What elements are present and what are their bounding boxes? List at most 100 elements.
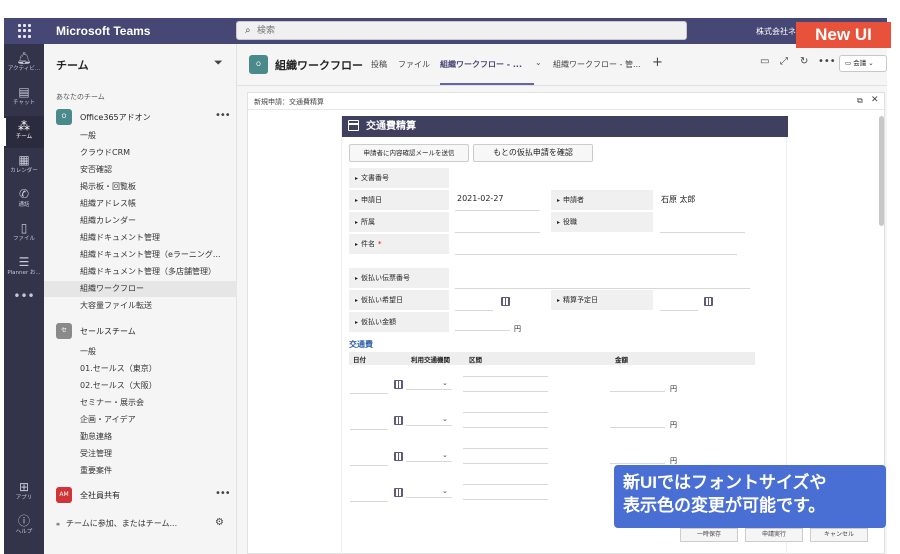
- channel-item[interactable]: 組織カレンダー: [44, 213, 237, 229]
- org-name[interactable]: 株式会社ネ: [756, 26, 796, 37]
- advance-slip-input[interactable]: [455, 288, 750, 289]
- scrollbar-thumb[interactable]: [879, 116, 884, 226]
- view-original-advance-button[interactable]: もとの仮払申請を確認: [473, 144, 593, 162]
- row-date-input[interactable]: [350, 465, 388, 466]
- label-position: 役職: [551, 212, 653, 232]
- refresh-icon[interactable]: ↻: [800, 56, 808, 67]
- rail-item-calls[interactable]: ✆ 通話: [4, 184, 44, 216]
- chevron-down-icon[interactable]: ⌄: [535, 58, 542, 67]
- rail-item-apps[interactable]: ⊞ アプリ: [4, 477, 44, 509]
- filter-icon[interactable]: ⏷: [214, 56, 223, 70]
- channel-item[interactable]: 掲示板・回覧板: [44, 179, 237, 195]
- row-transport-select[interactable]: [406, 497, 452, 498]
- row-section-input[interactable]: [463, 463, 548, 464]
- calendar-icon[interactable]: [394, 380, 403, 389]
- calendar-icon: [348, 120, 359, 131]
- channel-item[interactable]: クラウドCRM: [44, 145, 237, 161]
- channel-item[interactable]: 大容量ファイル転送: [44, 298, 237, 314]
- row-section-input[interactable]: [463, 391, 548, 392]
- team-name: Office365アドオン: [80, 113, 151, 122]
- app-title: Microsoft Teams: [56, 24, 151, 38]
- channel-item[interactable]: 組織ドキュメント管理（多店舗管理）: [44, 264, 237, 280]
- team-row-all-staff[interactable]: AM 全社員共有 •••: [44, 487, 237, 505]
- row-section-input[interactable]: [463, 412, 548, 413]
- tab-workflow-active[interactable]: 組織ワークフロー - ...: [440, 59, 522, 70]
- row-date-input[interactable]: [350, 429, 388, 430]
- search-input[interactable]: [257, 22, 677, 39]
- calendar-icon[interactable]: [704, 297, 713, 306]
- rail-item-chat[interactable]: ▤ チャット: [4, 82, 44, 114]
- more-options-icon[interactable]: •••: [215, 110, 231, 121]
- subject-input[interactable]: [455, 254, 737, 255]
- channel-item[interactable]: 02.セールス（大阪）: [44, 378, 237, 394]
- cancel-button[interactable]: キャンセル: [810, 528, 868, 542]
- row-date-input[interactable]: [350, 393, 388, 394]
- channel-item[interactable]: 01.セールス（東京）: [44, 361, 237, 377]
- advance-date-input[interactable]: [455, 310, 493, 311]
- calendar-icon[interactable]: [394, 488, 403, 497]
- rail-item-files[interactable]: ▯ ファイル: [4, 218, 44, 250]
- row-section-input[interactable]: [463, 484, 548, 485]
- search-box[interactable]: ⌕: [236, 21, 687, 40]
- channel-item[interactable]: 企画・アイデア: [44, 412, 237, 428]
- row-amount-input[interactable]: [610, 391, 665, 392]
- channel-item[interactable]: 勤怠連絡: [44, 429, 237, 445]
- channel-item-selected[interactable]: 組織ワークフロー: [44, 281, 237, 297]
- row-section-input[interactable]: [463, 427, 548, 428]
- save-draft-button[interactable]: 一時保存: [680, 528, 738, 542]
- channel-item[interactable]: 安否確認: [44, 162, 237, 178]
- channel-item[interactable]: 重要案件: [44, 463, 237, 479]
- row-section-input[interactable]: [463, 499, 548, 500]
- rail-label: カレンダー: [10, 168, 38, 174]
- row-section-input[interactable]: [463, 448, 548, 449]
- meet-button[interactable]: ▭ 会議 ⌄: [839, 55, 887, 72]
- tab-posts[interactable]: 投稿: [371, 59, 387, 70]
- channel-item[interactable]: セミナー・展示会: [44, 395, 237, 411]
- chevron-down-icon[interactable]: ⌄: [442, 487, 448, 495]
- rail-item-help[interactable]: ⓘ ヘルプ: [4, 511, 44, 543]
- calendar-icon[interactable]: [394, 416, 403, 425]
- channel-item[interactable]: 組織ドキュメント管理（eラーニング...: [44, 247, 237, 263]
- row-amount-input[interactable]: [610, 463, 665, 464]
- rail-item-calendar[interactable]: ▦ カレンダー: [4, 150, 44, 182]
- calendar-icon[interactable]: [501, 297, 510, 306]
- tab-workflow-admin[interactable]: 組織ワークフロー - 管...: [553, 59, 641, 70]
- popout-icon[interactable]: ⧉: [857, 96, 863, 106]
- row-transport-select[interactable]: [406, 389, 452, 390]
- chevron-down-icon[interactable]: ⌄: [442, 451, 448, 459]
- row-date-input[interactable]: [350, 501, 388, 502]
- close-icon[interactable]: ✕: [871, 95, 879, 105]
- tab-files[interactable]: ファイル: [398, 59, 430, 70]
- settings-gear-icon[interactable]: ⚙: [215, 517, 224, 528]
- team-row-office365[interactable]: O Office365アドオン •••: [44, 109, 237, 127]
- submit-button[interactable]: 申請実行: [745, 528, 803, 542]
- chevron-down-icon[interactable]: ⌄: [442, 379, 448, 387]
- conversation-icon[interactable]: ▭: [760, 56, 769, 67]
- rail-item-activity[interactable]: 🔔︎ アクティビ...: [4, 48, 44, 80]
- row-transport-select[interactable]: [406, 425, 452, 426]
- rail-item-planner[interactable]: ☰ Planner お...: [4, 252, 44, 284]
- add-tab-icon[interactable]: +: [652, 55, 663, 70]
- expand-icon[interactable]: ⤢: [780, 56, 788, 67]
- channel-item[interactable]: 組織ドキュメント管理: [44, 230, 237, 246]
- settle-date-input[interactable]: [660, 310, 698, 311]
- team-row-sales[interactable]: セ セールスチーム: [44, 323, 237, 341]
- channel-item[interactable]: 組織アドレス帳: [44, 196, 237, 212]
- row-transport-select[interactable]: [406, 461, 452, 462]
- app-launcher-icon[interactable]: [18, 24, 32, 38]
- channel-item[interactable]: 受注管理: [44, 446, 237, 462]
- more-icon[interactable]: •••: [818, 56, 836, 67]
- row-section-input[interactable]: [463, 376, 548, 377]
- apply-date-value[interactable]: 2021-02-27: [457, 194, 504, 203]
- channel-item[interactable]: 一般: [44, 128, 237, 144]
- channel-item[interactable]: 一般: [44, 344, 237, 360]
- rail-item-teams[interactable]: ⁂ チーム: [4, 116, 44, 148]
- calendar-icon[interactable]: [394, 452, 403, 461]
- send-confirm-mail-button[interactable]: 申請者に内容確認メールを送信: [349, 144, 469, 162]
- row-amount-input[interactable]: [610, 427, 665, 428]
- join-team-link[interactable]: ⁎ チームに参加、またはチーム...: [56, 518, 177, 529]
- rail-item-more[interactable]: •••: [4, 286, 44, 318]
- more-options-icon[interactable]: •••: [215, 488, 231, 499]
- chevron-down-icon[interactable]: ⌄: [442, 415, 448, 423]
- advance-amount-input[interactable]: [455, 330, 510, 331]
